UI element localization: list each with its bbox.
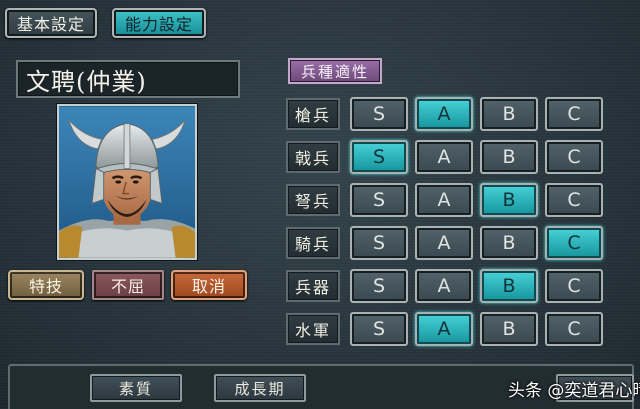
aptitude-row-crossbow: 弩兵 S A B C <box>286 183 608 217</box>
aptitude-row-cavalry: 騎兵 S A B C <box>286 226 608 260</box>
grade-a-button[interactable]: A <box>415 140 473 174</box>
grade-s-button[interactable]: S <box>350 183 408 217</box>
grade-a-button[interactable]: A <box>415 312 473 346</box>
aptitude-row-spear: 槍兵 S A B C <box>286 97 608 131</box>
grade-s-button[interactable]: S <box>350 312 408 346</box>
grade-b-button[interactable]: B <box>480 269 538 303</box>
watermark: 头条 @奕道君心晴 <box>508 381 640 401</box>
skill-label-button[interactable]: 特技 <box>8 270 84 300</box>
grade-b-button[interactable]: B <box>480 140 538 174</box>
cancel-button[interactable]: 取消 <box>171 270 247 300</box>
tab-growth-period[interactable]: 成長期 <box>214 374 306 402</box>
grade-c-button[interactable]: C <box>545 269 603 303</box>
grade-b-button[interactable]: B <box>480 183 538 217</box>
grade-c-button[interactable]: C <box>545 183 603 217</box>
grade-c-button[interactable]: C <box>545 226 603 260</box>
grade-a-button[interactable]: A <box>415 183 473 217</box>
unit-label: 水軍 <box>286 313 340 345</box>
unit-label: 戟兵 <box>286 141 340 173</box>
officer-name: 文聘(仲業) <box>16 60 240 98</box>
grade-a-button[interactable]: A <box>415 269 473 303</box>
aptitude-row-navy: 水軍 S A B C <box>286 312 608 346</box>
grade-b-button[interactable]: B <box>480 312 538 346</box>
tab-basic-settings[interactable]: 基本設定 <box>5 8 97 38</box>
aptitude-row-siege: 兵器 S A B C <box>286 269 608 303</box>
grade-b-button[interactable]: B <box>480 226 538 260</box>
grade-a-button[interactable]: A <box>415 226 473 260</box>
aptitude-title: 兵種適性 <box>288 58 382 84</box>
grade-b-button[interactable]: B <box>480 97 538 131</box>
grade-s-button[interactable]: S <box>350 97 408 131</box>
grade-c-button[interactable]: C <box>545 312 603 346</box>
grade-c-button[interactable]: C <box>545 140 603 174</box>
officer-portrait <box>57 104 197 260</box>
unit-label: 弩兵 <box>286 184 340 216</box>
grade-a-button[interactable]: A <box>415 97 473 131</box>
aptitude-row-halberd: 戟兵 S A B C <box>286 140 608 174</box>
unit-label: 騎兵 <box>286 227 340 259</box>
grade-s-button[interactable]: S <box>350 269 408 303</box>
unit-label: 兵器 <box>286 270 340 302</box>
portrait-image <box>59 106 195 258</box>
grade-s-button[interactable]: S <box>350 226 408 260</box>
skill-value: 不屈 <box>92 270 164 300</box>
tab-ability-settings[interactable]: 能力設定 <box>112 8 206 38</box>
tab-quality[interactable]: 素質 <box>90 374 182 402</box>
unit-label: 槍兵 <box>286 98 340 130</box>
grade-s-button[interactable]: S <box>350 140 408 174</box>
grade-c-button[interactable]: C <box>545 97 603 131</box>
